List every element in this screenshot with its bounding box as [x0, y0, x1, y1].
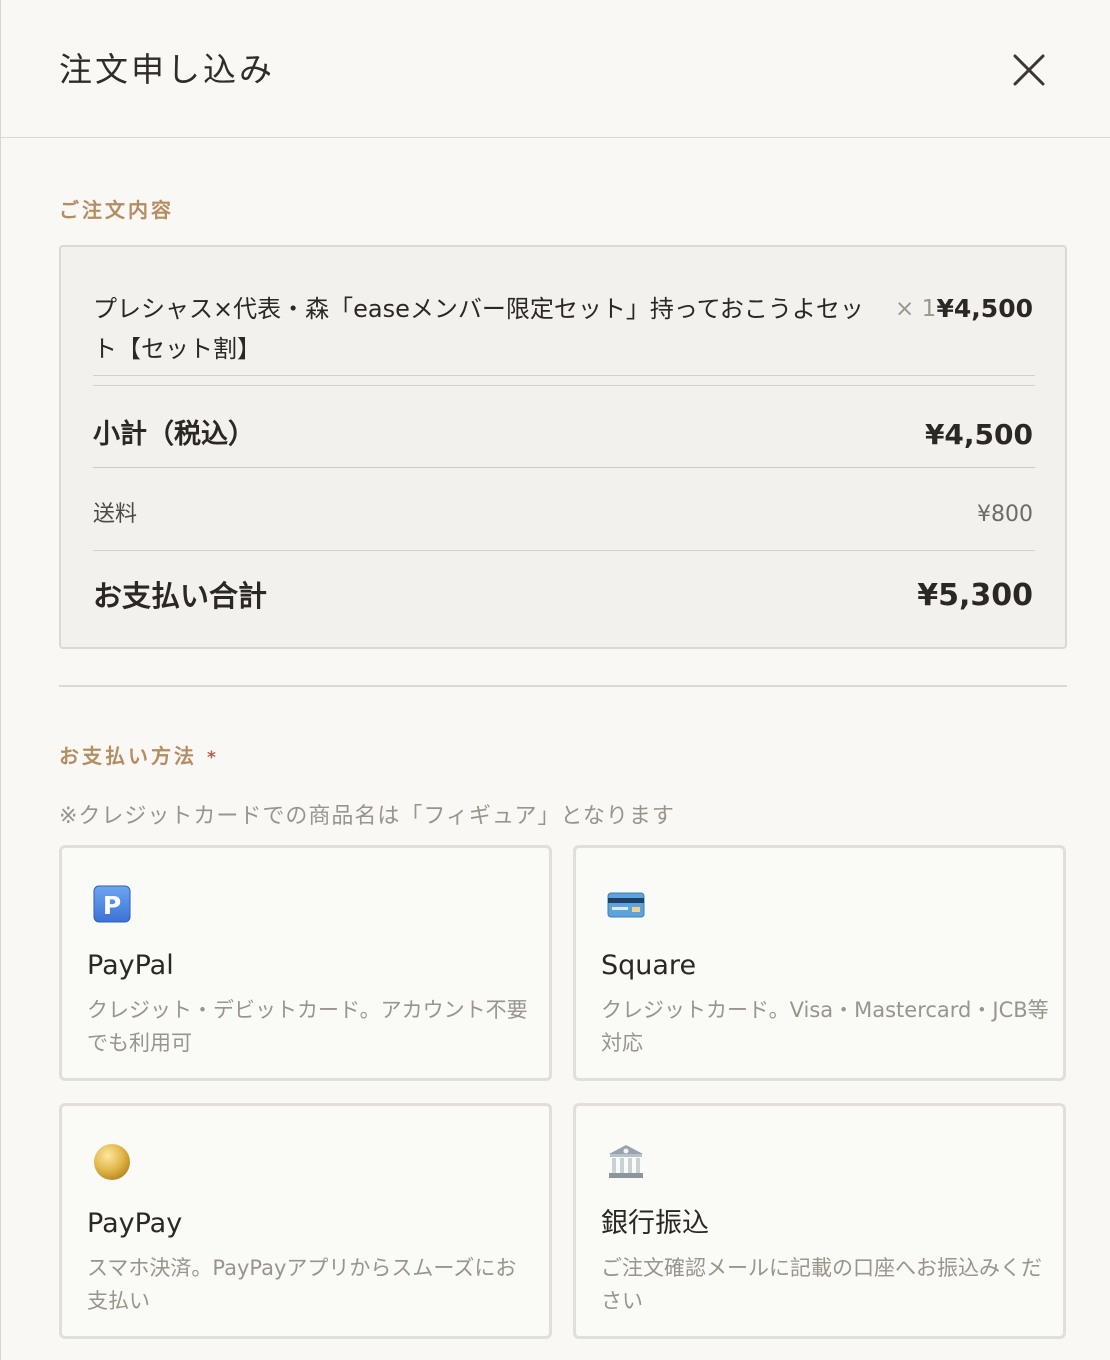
- item-quantity: × 1: [895, 296, 937, 322]
- bank-icon: [606, 1142, 646, 1182]
- payment-name: Square: [601, 950, 697, 981]
- credit-card-icon: [606, 884, 646, 924]
- payment-name: PayPay: [87, 1208, 183, 1239]
- svg-text:P: P: [103, 891, 121, 920]
- payment-description: クレジットカード。Visa・Mastercard・JCB等対応: [601, 998, 1049, 1055]
- subtotal-label: 小計（税込）: [93, 419, 255, 450]
- payment-option-paypal[interactable]: P PayPal クレジット・デビットカード。アカウント不要でも利用可: [59, 845, 552, 1081]
- payment-label-text: お支払い方法: [59, 744, 197, 768]
- payment-note: ※クレジットカードでの商品名は「フィギュア」となります: [59, 804, 675, 829]
- payment-option-square[interactable]: Square クレジットカード。Visa・Mastercard・JCB等対応: [573, 845, 1066, 1081]
- item-divider: [93, 375, 1035, 376]
- shipping-value: ¥800: [977, 502, 1033, 527]
- payment-description: クレジット・デビットカード。アカウント不要でも利用可: [87, 998, 528, 1055]
- payment-description: ご注文確認メールに記載の口座へお振込みください: [601, 1256, 1042, 1313]
- modal-header: 注文申し込み: [1, 0, 1110, 138]
- paypal-p-icon: P: [92, 884, 132, 924]
- close-icon: [1013, 54, 1045, 86]
- payment-description: スマホ決済。PayPayアプリからスムーズにお支払い: [87, 1256, 517, 1313]
- total-label: お支払い合計: [93, 579, 268, 613]
- order-modal: 注文申し込み ご注文内容 プレシャス×代表・森「easeメンバー限定セット」持っ…: [0, 0, 1110, 1360]
- item-price: ¥4,500: [936, 294, 1033, 323]
- subtotal-value: ¥4,500: [924, 418, 1033, 451]
- order-summary: プレシャス×代表・森「easeメンバー限定セット」持っておこうよセット【セット割…: [59, 245, 1067, 649]
- payment-name: 銀行振込: [601, 1208, 709, 1239]
- coin-icon: [92, 1142, 132, 1182]
- item-name: プレシャス×代表・森「easeメンバー限定セット」持っておこうよセット【セット割…: [93, 295, 864, 363]
- total-value: ¥5,300: [917, 578, 1033, 613]
- subtotal-divider: [93, 467, 1035, 468]
- payment-option-bank-transfer[interactable]: 銀行振込 ご注文確認メールに記載の口座へお振込みください: [573, 1103, 1066, 1339]
- payment-name: PayPal: [87, 950, 174, 981]
- payment-option-paypay[interactable]: PayPay スマホ決済。PayPayアプリからスムーズにお支払い: [59, 1103, 552, 1339]
- payment-section-label: お支払い方法 *: [59, 740, 219, 769]
- required-mark: *: [207, 748, 219, 768]
- section-divider: [59, 685, 1067, 687]
- shipping-label: 送料: [93, 502, 138, 527]
- shipping-divider: [93, 550, 1035, 551]
- close-button[interactable]: [1005, 46, 1053, 94]
- item-divider-double: [93, 385, 1035, 386]
- modal-title: 注文申し込み: [59, 50, 275, 89]
- order-section-label: ご注文内容: [59, 198, 174, 222]
